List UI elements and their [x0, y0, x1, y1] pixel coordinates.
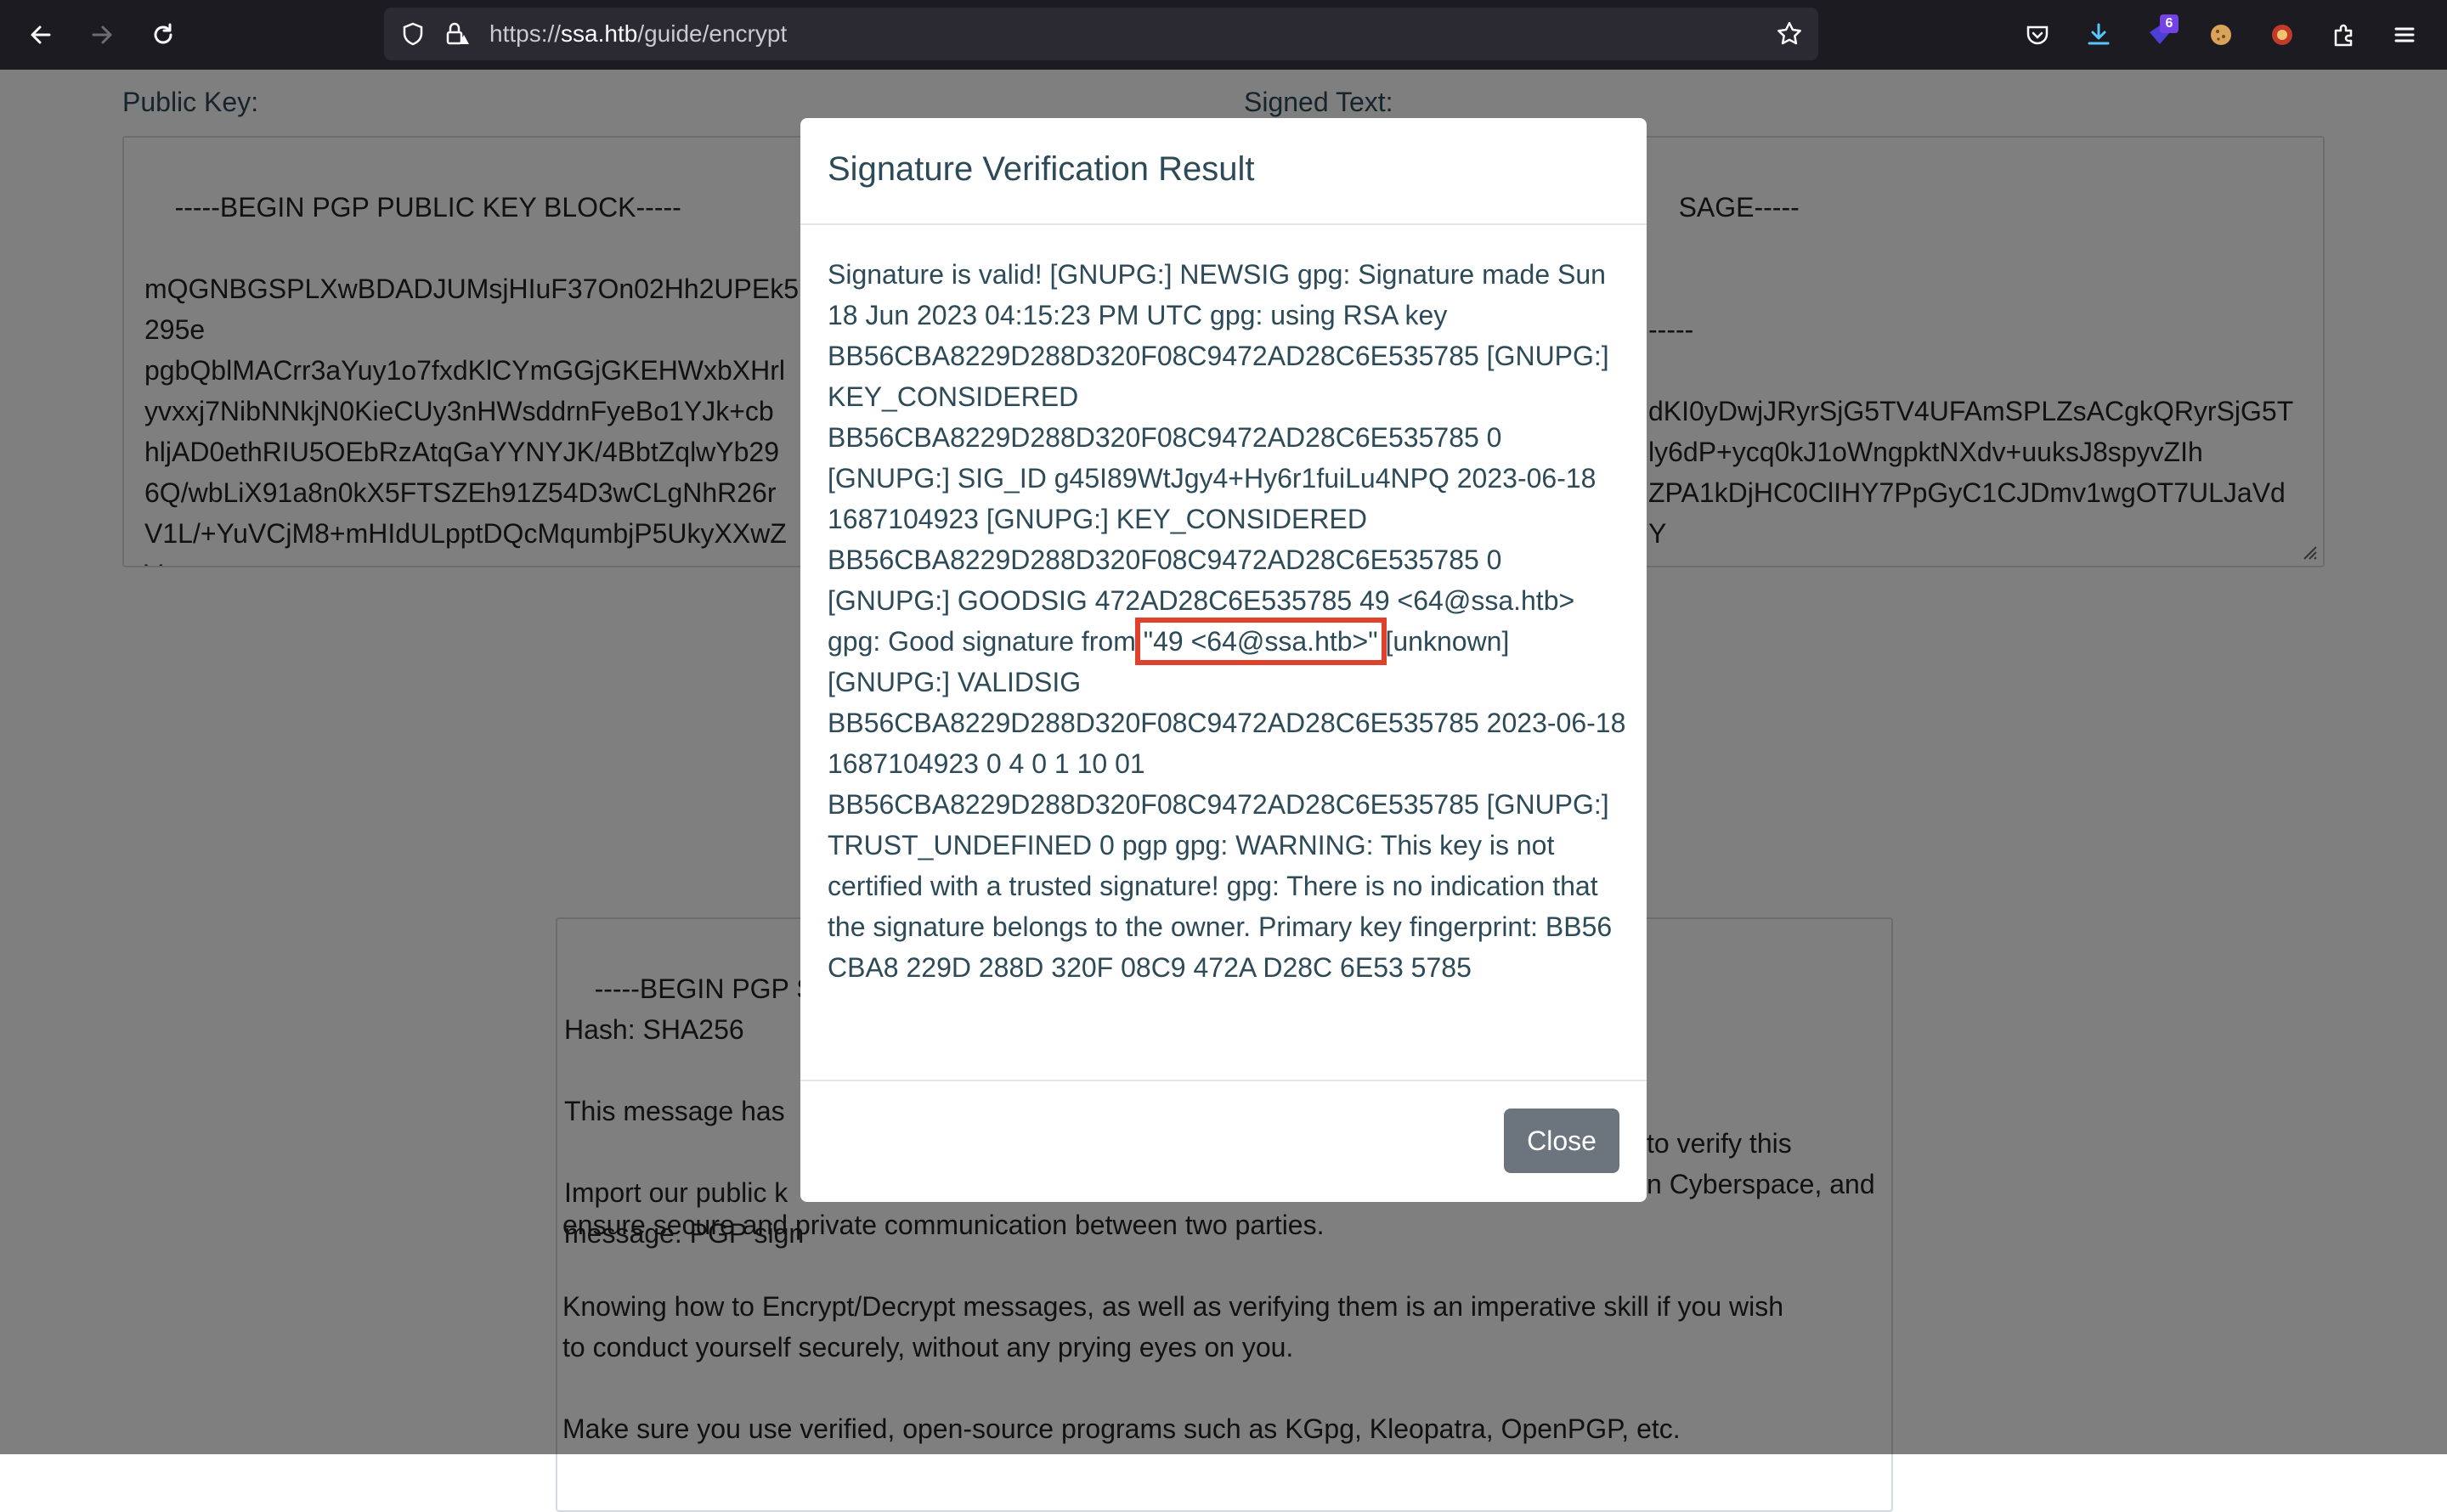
modal-title: Signature Verification Result: [828, 150, 1255, 188]
modal-header: Signature Verification Result: [800, 118, 1647, 225]
reload-icon[interactable]: [143, 14, 184, 55]
pocket-icon[interactable]: [2017, 14, 2058, 55]
url-host: ssa.htb: [561, 20, 638, 47]
close-button[interactable]: Close: [1504, 1109, 1619, 1173]
url-scheme: https://: [489, 20, 562, 47]
cookie-icon[interactable]: [2201, 14, 2241, 55]
star-bookmark-icon[interactable]: [1769, 14, 1810, 54]
addon-icon[interactable]: [2262, 14, 2303, 55]
url-text[interactable]: https://ssa.htb/guide/encrypt: [489, 8, 787, 60]
verification-output-text: Signature is valid! [GNUPG:] NEWSIG gpg:…: [828, 259, 1609, 657]
shield-icon[interactable]: [393, 14, 433, 54]
verification-output-text-cont: [unknown] [GNUPG:] VALIDSIG BB56CBA8229D…: [828, 626, 1626, 983]
modal-footer: Close: [800, 1080, 1647, 1202]
back-arrow-icon[interactable]: [20, 14, 61, 55]
modal-body: Signature is valid! [GNUPG:] NEWSIG gpg:…: [828, 254, 1626, 988]
menu-hamburger-icon[interactable]: [2384, 14, 2425, 55]
forward-arrow-icon[interactable]: [82, 14, 122, 55]
browser-toolbar: https://ssa.htb/guide/encrypt 6: [0, 0, 2447, 70]
extension-badge: 6: [2160, 14, 2179, 33]
url-path: /guide/encrypt: [637, 20, 788, 47]
extension-icon[interactable]: 6: [2139, 14, 2180, 55]
address-bar[interactable]: https://ssa.htb/guide/encrypt: [384, 8, 1818, 60]
puzzle-extensions-icon[interactable]: [2323, 14, 2364, 55]
download-icon[interactable]: [2078, 14, 2119, 55]
highlighted-signer-uid: "49 <64@ssa.htb>": [1134, 618, 1387, 665]
signature-verification-modal: Signature Verification Result Signature …: [800, 118, 1647, 1202]
lock-warning-icon[interactable]: [437, 14, 478, 54]
